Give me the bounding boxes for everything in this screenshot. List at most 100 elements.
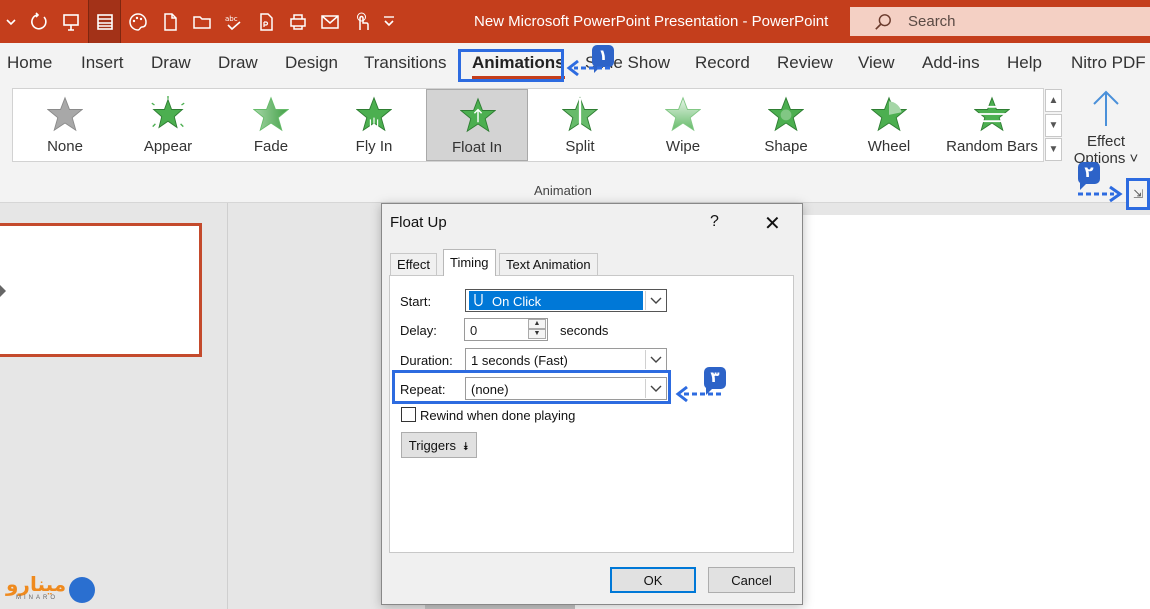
rewind-label: Rewind when done playing	[420, 408, 576, 423]
callout-arrow-1-icon	[566, 59, 610, 77]
watermark-subtext: MINARO	[16, 595, 58, 601]
chevron-down-icon[interactable]	[645, 291, 665, 310]
minaro-logo-icon	[69, 577, 95, 603]
star-fade-icon	[253, 96, 289, 132]
present-icon[interactable]	[56, 0, 86, 43]
slide-thumbnail-1[interactable]	[0, 223, 202, 357]
print-preview-icon[interactable]	[283, 0, 313, 43]
repeat-label: Repeat:	[400, 382, 446, 397]
animation-wheel[interactable]: Wheel	[838, 89, 940, 161]
duration-label: Duration:	[400, 353, 453, 368]
thumbnail-marker-icon	[0, 285, 6, 297]
tab-record[interactable]: Record	[695, 53, 750, 73]
open-folder-icon[interactable]	[187, 0, 217, 43]
watermark-text: مینارو	[6, 572, 67, 596]
star-gray-icon	[47, 96, 83, 132]
tab-design[interactable]: Design	[285, 53, 338, 73]
stepper-up-icon[interactable]: ▲	[528, 319, 546, 329]
arrow-up-icon	[1093, 90, 1119, 126]
tab-add-ins[interactable]: Add-ins	[922, 53, 980, 73]
stepper-down-icon[interactable]: ▼	[528, 329, 546, 339]
dialog-title: Float Up	[390, 214, 447, 231]
export-pdf-icon[interactable]	[251, 0, 281, 43]
star-wheel-icon	[871, 96, 907, 132]
tab-review[interactable]: Review	[777, 53, 833, 73]
delay-stepper[interactable]: 0 ▲ ▼	[464, 318, 548, 341]
tab-text-animation[interactable]: Text Animation	[499, 253, 598, 275]
tab-effect[interactable]: Effect	[390, 253, 438, 275]
float-up-dialog: Float Up ? ✕ Effect Timing Text Animatio…	[381, 203, 803, 605]
tab-home[interactable]: Home	[7, 53, 52, 73]
theme-palette-icon[interactable]	[123, 0, 153, 43]
timing-panel: Start: On Click Delay: 0 ▲ ▼ seconds Dur…	[389, 275, 794, 553]
svg-text:abc: abc	[225, 15, 238, 23]
title-bar: abc New Microsoft PowerPoint Presentatio…	[0, 0, 1150, 43]
gallery-more[interactable]: ▼	[1045, 138, 1062, 161]
star-random-bars-icon	[974, 96, 1010, 132]
star-float-in-icon	[460, 97, 496, 133]
ok-button[interactable]: OK	[610, 567, 696, 593]
animation-fade[interactable]: Fade	[220, 89, 322, 161]
mouse-click-icon	[474, 294, 483, 307]
tab-nitro-pdf[interactable]: Nitro PDF	[1071, 53, 1146, 73]
callout-arrow-2-icon	[1078, 185, 1123, 203]
start-label: Start:	[400, 294, 432, 309]
window-title: New Microsoft PowerPoint Presentation - …	[474, 13, 829, 30]
duration-select[interactable]: 1 seconds (Fast)	[465, 348, 667, 371]
tab-insert[interactable]: Insert	[81, 53, 124, 73]
search-box[interactable]: Search	[850, 7, 1150, 36]
search-icon	[875, 13, 891, 30]
repeat-select[interactable]: (none)	[465, 377, 667, 400]
tab-draw[interactable]: Draw	[151, 53, 191, 73]
animation-appear[interactable]: Appear	[117, 89, 219, 161]
layout-icon[interactable]	[88, 0, 121, 43]
tab-timing[interactable]: Timing	[443, 249, 496, 276]
new-file-icon[interactable]	[155, 0, 185, 43]
close-icon[interactable]: ✕	[764, 211, 781, 236]
animation-gallery: None Appear Fade Fly In Float In Split W…	[12, 88, 1044, 162]
callout-badge-2: ۲	[1078, 162, 1100, 190]
tab-animations[interactable]: Animations	[472, 53, 565, 79]
delay-label: Delay:	[400, 323, 437, 338]
rewind-checkbox[interactable]	[401, 407, 416, 422]
callout-arrow-3-icon	[675, 385, 721, 403]
launcher-arrow-icon: ⇲	[1132, 187, 1144, 201]
tab-help[interactable]: Help	[1007, 53, 1042, 73]
ribbon-animations-panel: None Appear Fade Fly In Float In Split W…	[0, 83, 1150, 203]
animation-wipe[interactable]: Wipe	[632, 89, 734, 161]
triggers-button[interactable]: Triggers ⯯	[401, 432, 477, 458]
star-shape-icon	[768, 96, 804, 132]
animation-none[interactable]: None	[14, 89, 116, 161]
animation-fly-in[interactable]: Fly In	[323, 89, 425, 161]
undo-dropdown-icon[interactable]	[0, 0, 22, 43]
animation-split[interactable]: Split	[529, 89, 631, 161]
search-placeholder: Search	[908, 13, 956, 30]
animation-shape[interactable]: Shape	[735, 89, 837, 161]
star-fly-in-icon	[356, 96, 392, 132]
cancel-button[interactable]: Cancel	[708, 567, 795, 593]
gallery-scroll-up[interactable]: ▲	[1045, 89, 1062, 112]
tab-view[interactable]: View	[858, 53, 895, 73]
minaro-watermark: مینارو MINARO	[6, 572, 96, 606]
tab-draw-2[interactable]: Draw	[218, 53, 258, 73]
tab-transitions[interactable]: Transitions	[364, 53, 447, 73]
star-split-icon	[562, 96, 598, 132]
animation-float-in[interactable]: Float In	[426, 89, 528, 161]
animation-dialog-launcher[interactable]: ⇲	[1126, 178, 1150, 210]
delay-unit: seconds	[560, 323, 609, 338]
email-icon[interactable]	[315, 0, 345, 43]
effect-options-button[interactable]: Effect Options ˅	[1066, 88, 1146, 167]
gallery-scroll-down[interactable]: ▼	[1045, 114, 1062, 137]
chevron-down-icon[interactable]	[645, 350, 665, 369]
chevron-down-icon[interactable]	[645, 379, 665, 398]
spelling-icon[interactable]: abc	[219, 0, 249, 43]
quick-access-toolbar: abc	[0, 0, 401, 43]
animation-random-bars[interactable]: Random Bars	[941, 89, 1043, 161]
slide-thumbnails-pane	[0, 203, 228, 609]
start-select[interactable]: On Click	[465, 289, 667, 312]
help-icon[interactable]: ?	[710, 213, 719, 231]
animation-group-label: Animation	[534, 183, 592, 198]
redo-icon[interactable]	[24, 0, 54, 43]
touch-mode-icon[interactable]	[347, 0, 377, 43]
customize-dropdown-icon[interactable]	[379, 0, 399, 43]
